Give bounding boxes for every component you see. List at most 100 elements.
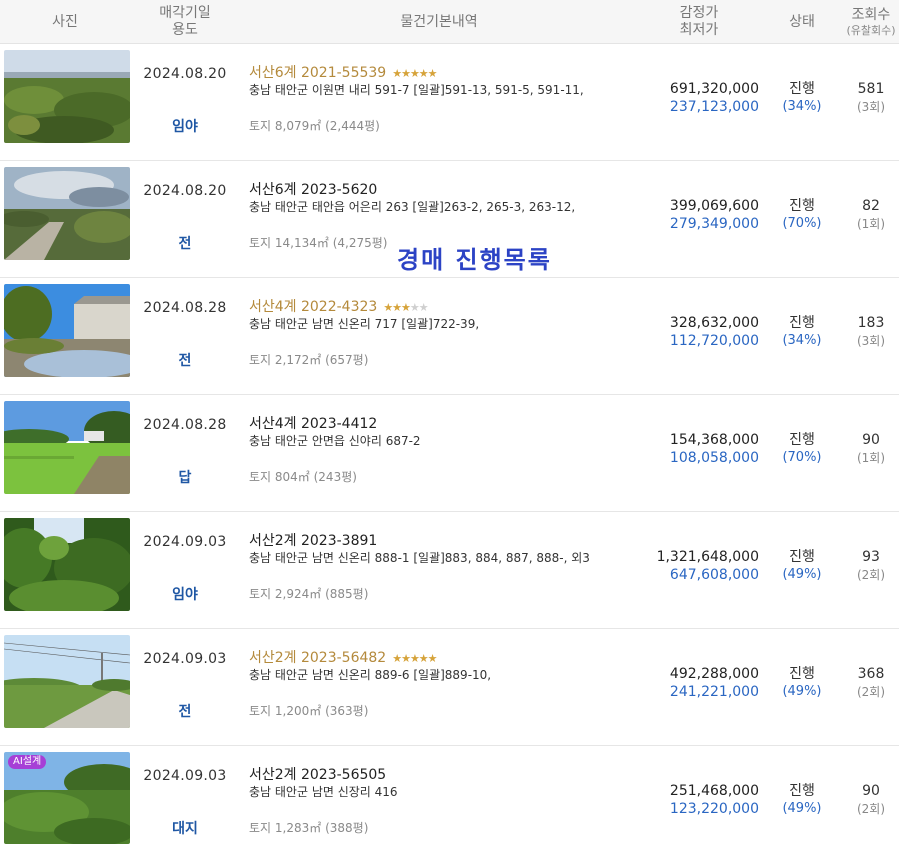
case-number[interactable]: 서산2계 2023-3891 (249, 530, 377, 550)
sale-date: 2024.09.03 (143, 651, 227, 667)
views-block: 90 (2회) (842, 782, 899, 818)
fail-count: (1회) (856, 451, 886, 465)
header-appraisal-label: 감정가 (679, 5, 719, 21)
views-block: 82 (1회) (842, 197, 899, 233)
status-text: 진행 (789, 315, 815, 331)
property-photo[interactable]: AI설계 (4, 752, 130, 844)
property-photo-image (4, 50, 130, 143)
table-header: 사진 매각기일 용도 물건기본내역 감정가 최저가 상태 조회수 (유찰회수) (0, 0, 899, 44)
appraisal-price: 154,368,000 (669, 432, 759, 448)
address: 충남 태안군 남면 신장리 416 (249, 785, 398, 799)
rating-stars: ★★★★★ (392, 67, 437, 80)
sale-date: 2024.09.03 (143, 768, 227, 784)
rating-stars-on: ★★★ (383, 301, 411, 314)
case-number[interactable]: 서산4계 2022-4323 ★★★★★ (249, 296, 429, 316)
property-photo-image (4, 635, 130, 728)
header-status: 상태 (772, 0, 832, 44)
appraisal-price: 251,468,000 (669, 783, 759, 799)
land-area: 토지 14,134㎡ (4,275평) (249, 236, 388, 250)
header-minimum-label: 최저가 (679, 22, 719, 38)
price-block: 691,320,000 237,123,000 (670, 80, 759, 116)
price-block: 328,632,000 112,720,000 (670, 314, 759, 350)
header-date[interactable]: 매각기일 용도 (130, 0, 240, 44)
appraisal-price: 399,069,600 (669, 198, 759, 214)
case-number[interactable]: 서산4계 2023-4412 (249, 413, 377, 433)
status-block: 진행 (34%) (772, 314, 832, 350)
case-number-text: 서산2계 2023-56482 (249, 650, 387, 666)
property-photo[interactable] (4, 518, 130, 611)
minimum-price: 237,123,000 (669, 99, 759, 115)
property-photo[interactable] (4, 50, 130, 143)
status-block: 진행 (49%) (772, 782, 832, 818)
land-area: 토지 1,283㎡ (388평) (249, 821, 369, 835)
case-number-text: 서산4계 2022-4323 (249, 299, 378, 315)
case-number-text: 서산6계 2021-55539 (249, 65, 387, 81)
minimum-price: 279,349,000 (669, 216, 759, 232)
usage-type: 전 (178, 353, 192, 369)
header-date-label: 매각기일 (159, 5, 211, 21)
price-block: 399,069,600 279,349,000 (670, 197, 759, 233)
status-block: 진행 (34%) (772, 80, 832, 116)
rating-stars-off: ★★ (409, 301, 429, 314)
land-area: 토지 2,172㎡ (657평) (249, 353, 369, 367)
header-info: 물건기본내역 (249, 0, 629, 44)
header-views-label: 조회수 (851, 6, 891, 23)
case-number-text: 서산2계 2023-56505 (249, 767, 387, 783)
price-block: 492,288,000 241,221,000 (670, 665, 759, 701)
appraisal-price: 691,320,000 (669, 81, 759, 97)
table-row[interactable]: 2024.08.28 답 서산4계 2023-4412 충남 태안군 안면읍 신… (0, 395, 899, 512)
header-views[interactable]: 조회수 (유찰회수) (842, 0, 899, 44)
table-row[interactable]: 2024.09.03 임야 서산2계 2023-3891 충남 태안군 남면 신… (0, 512, 899, 629)
view-count: 581 (857, 81, 885, 97)
sale-date: 2024.08.28 (143, 417, 227, 433)
property-photo[interactable] (4, 401, 130, 494)
table-row[interactable]: AI설계 2024.09.03 대지 서산2계 2023-56505 충남 태안… (0, 746, 899, 844)
views-block: 90 (1회) (842, 431, 899, 467)
price-block: 154,368,000 108,058,000 (670, 431, 759, 467)
sale-date: 2024.09.03 (143, 534, 227, 550)
minimum-price: 112,720,000 (669, 333, 759, 349)
header-fails-label: (유찰회수) (846, 23, 896, 37)
status-block: 진행 (49%) (772, 665, 832, 701)
minimum-price: 647,608,000 (669, 567, 759, 583)
address: 충남 태안군 태안읍 어은리 263 [일괄]263-2, 265-3, 263… (249, 200, 576, 214)
case-number[interactable]: 서산2계 2023-56505 (249, 764, 386, 784)
status-block: 진행 (70%) (772, 431, 832, 467)
case-number[interactable]: 서산6계 2023-5620 (249, 179, 377, 199)
status-percent: (34%) (782, 333, 822, 348)
status-percent: (34%) (782, 99, 822, 114)
fail-count: (2회) (856, 568, 886, 582)
property-photo[interactable] (4, 635, 130, 728)
usage-type: 임야 (172, 587, 198, 603)
sale-date: 2024.08.20 (143, 183, 227, 199)
view-count: 368 (857, 666, 885, 682)
property-photo[interactable] (4, 167, 130, 260)
address: 충남 태안군 남면 신온리 888-1 [일괄]883, 884, 887, 8… (249, 551, 590, 565)
usage-type: 답 (178, 470, 192, 486)
table-row[interactable]: 2024.08.28 전 서산4계 2022-4323 ★★★★★ 충남 태안군 … (0, 278, 899, 395)
rating-stars-on: ★★★★★ (392, 652, 437, 665)
usage-type: 임야 (172, 119, 198, 135)
case-number-text: 서산6계 2023-5620 (249, 182, 378, 198)
ai-badge: AI설계 (8, 755, 47, 769)
view-count: 183 (857, 315, 885, 331)
table-row[interactable]: 2024.09.03 전 서산2계 2023-56482 ★★★★★ 충남 태안군… (0, 629, 899, 746)
property-photo-image (4, 167, 130, 260)
property-photo[interactable] (4, 284, 130, 377)
status-percent: (49%) (782, 801, 822, 816)
header-price[interactable]: 감정가 최저가 (640, 0, 758, 44)
fail-count: (1회) (856, 217, 886, 231)
usage-type: 전 (178, 704, 192, 720)
views-block: 183 (3회) (842, 314, 899, 350)
table-row[interactable]: 2024.08.20 임야 서산6계 2021-55539 ★★★★★ 충남 태안… (0, 44, 899, 161)
price-block: 251,468,000 123,220,000 (670, 782, 759, 818)
view-count: 90 (862, 432, 880, 448)
sale-date: 2024.08.20 (143, 66, 227, 82)
views-block: 368 (2회) (842, 665, 899, 701)
address: 충남 태안군 안면읍 신야리 687-2 (249, 434, 421, 448)
case-number[interactable]: 서산2계 2023-56482 ★★★★★ (249, 647, 438, 667)
appraisal-price: 328,632,000 (669, 315, 759, 331)
sale-date: 2024.08.28 (143, 300, 227, 316)
land-area: 토지 8,079㎡ (2,444평) (249, 119, 380, 133)
case-number[interactable]: 서산6계 2021-55539 ★★★★★ (249, 62, 438, 82)
